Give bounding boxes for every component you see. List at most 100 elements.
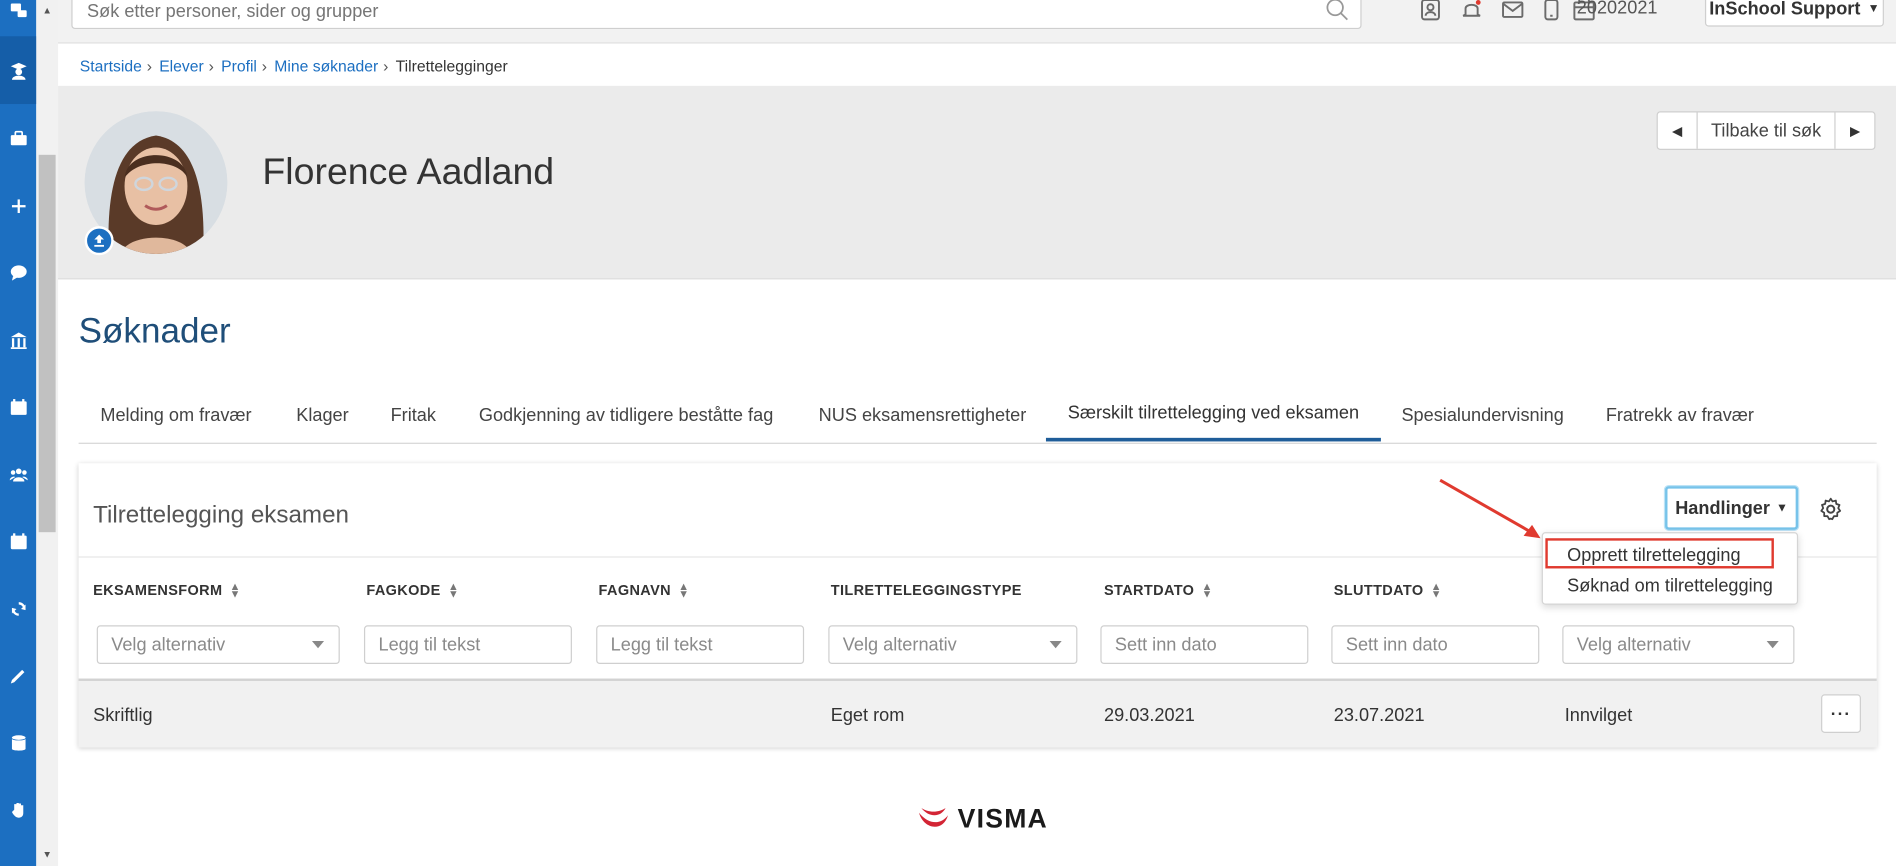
cell-startdato: 29.03.2021: [1103, 705, 1195, 726]
calendar-check-icon[interactable]: [0, 507, 36, 575]
mail-icon[interactable]: [1499, 0, 1526, 24]
application-tabs: Melding om fravær Klager Fritak Godkjenn…: [78, 387, 1877, 444]
hand-icon[interactable]: [0, 775, 36, 843]
cell-sluttdato: 23.07.2021: [1333, 705, 1425, 726]
breadcrumb-startside[interactable]: Startside: [80, 57, 142, 75]
filter-fagkode-input[interactable]: Legg til tekst: [363, 625, 572, 665]
tab-saerskilt-tilrettelegging[interactable]: Særskilt tilrettelegging ved eksamen: [1045, 387, 1381, 442]
column-header-tilretteleggingstype: TILRETTELEGGINGSTYPE: [831, 582, 1022, 599]
notification-bell-icon[interactable]: [1458, 0, 1485, 24]
column-label: FAGNAVN: [598, 581, 671, 599]
chat-bubble-icon[interactable]: [0, 238, 36, 306]
caret-down-icon: [311, 641, 325, 649]
user-menu-button[interactable]: InSchool Support ▼: [1704, 0, 1884, 27]
sort-icon[interactable]: ▲ ▼: [1202, 581, 1213, 599]
tab-fritak[interactable]: Fritak: [369, 387, 458, 443]
search-icon[interactable]: [1324, 0, 1351, 23]
cell-status: Innvilget: [1564, 705, 1633, 726]
table-row[interactable]: Skriftlig Eget rom 29.03.2021 23.07.2021…: [78, 678, 1877, 748]
chevron-right-icon: ›: [146, 56, 152, 75]
people-group-icon[interactable]: [0, 440, 36, 508]
tab-spesialundervisning[interactable]: Spesialundervisning: [1380, 387, 1586, 443]
sort-icon[interactable]: ▲ ▼: [678, 581, 689, 599]
briefcase-icon[interactable]: [0, 104, 36, 172]
tab-melding-om-fravaer[interactable]: Melding om fravær: [79, 387, 274, 443]
annotation-arrow-icon: [1439, 478, 1541, 539]
breadcrumb-current: Tilrettelegginger: [395, 56, 508, 75]
actions-dropdown-button[interactable]: Handlinger ▼: [1665, 486, 1799, 530]
mobile-phone-icon[interactable]: [1538, 0, 1565, 24]
scroll-down-arrow-icon[interactable]: ▼: [36, 844, 58, 863]
previous-result-button[interactable]: ◀: [1658, 112, 1697, 148]
student-icon[interactable]: [0, 36, 37, 105]
caret-left-icon: ◀: [1672, 123, 1683, 139]
filter-placeholder: Velg alternativ: [842, 634, 957, 655]
caret-right-icon: ▶: [1849, 123, 1861, 139]
breadcrumb: Startside › Elever › Profil › Mine søknader…: [80, 57, 508, 75]
chevron-right-icon: ›: [208, 56, 214, 75]
gear-icon[interactable]: [1817, 496, 1844, 523]
left-sidebar: [0, 0, 37, 866]
column-header-sluttdato[interactable]: SLUTTDATO ▲ ▼: [1333, 581, 1442, 599]
breadcrumb-mine-soknader[interactable]: Mine søknader: [274, 57, 378, 75]
column-header-eksamensform[interactable]: EKSAMENSFORM ▲ ▼: [93, 581, 241, 599]
sort-icon[interactable]: ▲ ▼: [230, 581, 241, 599]
visma-logo-text: VISMA: [957, 803, 1048, 834]
filter-placeholder: Velg alternativ: [1576, 634, 1691, 655]
page-title: Søknader: [78, 312, 231, 351]
sort-icon[interactable]: ▲ ▼: [1431, 581, 1442, 599]
database-icon[interactable]: [0, 709, 36, 777]
search-input[interactable]: [72, 0, 1282, 28]
ellipsis-icon: ···: [1830, 703, 1852, 724]
highlight-box: [1545, 538, 1774, 569]
sync-icon[interactable]: [0, 575, 36, 643]
caret-down-icon: ▼: [1775, 501, 1788, 515]
tab-nus-eksamensrettigheter[interactable]: NUS eksamensrettigheter: [797, 387, 1048, 443]
school-year-selector[interactable]: 20202021: [1577, 0, 1658, 18]
tab-klager[interactable]: Klager: [274, 387, 370, 443]
filter-startdato-input[interactable]: Sett inn dato: [1100, 625, 1309, 665]
next-result-button[interactable]: ▶: [1836, 112, 1875, 148]
cell-eksamensform: Skriftlig: [93, 705, 153, 726]
filter-fagnavn-input[interactable]: Legg til tekst: [596, 625, 805, 665]
filter-placeholder: Sett inn dato: [1345, 634, 1448, 655]
scrollbar-thumb[interactable]: [38, 154, 56, 533]
column-header-fagkode[interactable]: FAGKODE ▲ ▼: [366, 581, 459, 599]
upload-photo-icon[interactable]: [84, 226, 114, 256]
global-search: [71, 0, 1362, 30]
filter-status-select[interactable]: Velg alternativ: [1562, 625, 1795, 665]
contact-card-icon[interactable]: [1417, 0, 1444, 24]
tab-godkjenning[interactable]: Godkjenning av tidligere beståtte fag: [457, 387, 795, 443]
pencil-icon[interactable]: [0, 641, 36, 709]
actions-label: Handlinger: [1675, 497, 1770, 519]
caret-down-icon: [1049, 641, 1062, 649]
filter-eksamensform-select[interactable]: Velg alternativ: [96, 625, 340, 665]
student-name: Florence Aadland: [262, 149, 555, 193]
column-header-startdato[interactable]: STARTDATO ▲ ▼: [1103, 581, 1213, 599]
tab-fratrekk-av-fravaer[interactable]: Fratrekk av fravær: [1584, 387, 1776, 443]
card-title: Tilrettelegging eksamen: [93, 501, 349, 529]
row-more-options-button[interactable]: ···: [1821, 694, 1861, 733]
scroll-up-arrow-icon[interactable]: ▲: [36, 0, 58, 19]
column-label: STARTDATO: [1103, 581, 1195, 599]
visma-logo: VISMA: [917, 803, 1048, 834]
tilrettelegging-card: Tilrettelegging eksamen Handlinger ▼ EKS…: [78, 463, 1877, 748]
chevron-right-icon: ›: [383, 56, 389, 75]
column-label: FAGKODE: [366, 581, 441, 599]
menu-item-soknad-om-tilrettelegging[interactable]: Søknad om tilrettelegging: [1567, 576, 1773, 597]
cell-tilretteleggingstype: Eget rom: [830, 705, 905, 726]
back-to-search-button[interactable]: Tilbake til søk: [1696, 112, 1836, 149]
column-label: TILRETTELEGGINGSTYPE: [830, 581, 1022, 599]
breadcrumb-profil[interactable]: Profil: [221, 57, 257, 75]
column-label: SLUTTDATO: [1333, 581, 1424, 599]
filter-placeholder: Sett inn dato: [1114, 634, 1217, 655]
sort-icon[interactable]: ▲ ▼: [448, 581, 459, 599]
filter-tilretteleggingstype-select[interactable]: Velg alternativ: [828, 625, 1078, 665]
school-building-icon[interactable]: [0, 306, 36, 374]
breadcrumb-elever[interactable]: Elever: [159, 57, 204, 75]
calendar-icon[interactable]: [0, 373, 36, 441]
caret-down-icon: [1766, 641, 1779, 649]
plus-icon[interactable]: [0, 172, 36, 240]
column-header-fagnavn[interactable]: FAGNAVN ▲ ▼: [598, 581, 690, 599]
filter-sluttdato-input[interactable]: Sett inn dato: [1331, 625, 1540, 665]
